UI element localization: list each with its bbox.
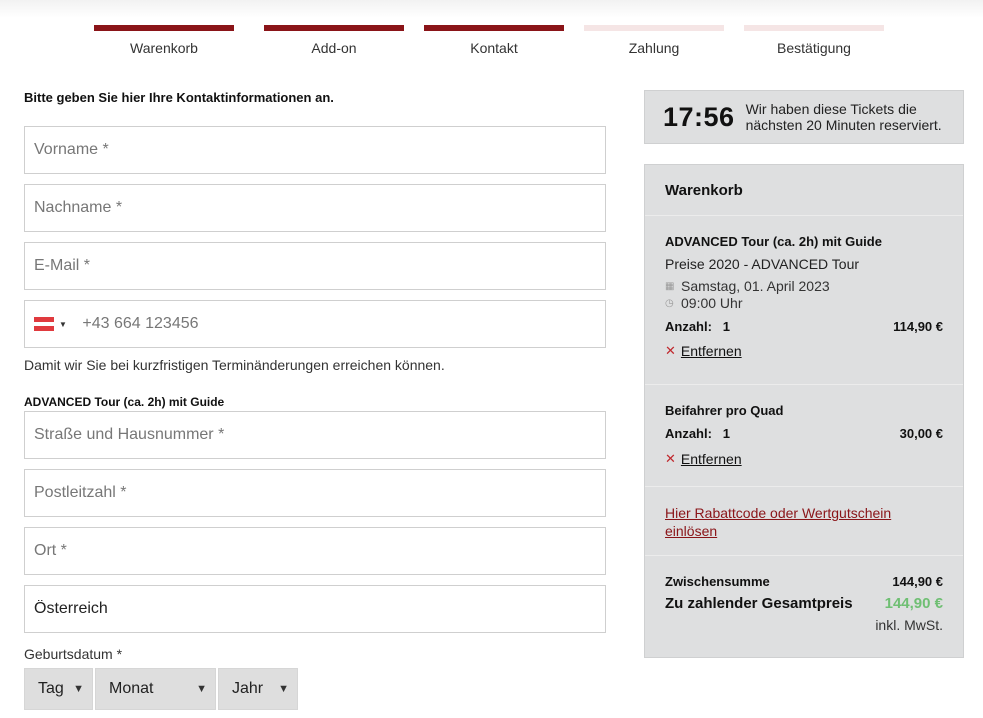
country-input[interactable] — [34, 600, 596, 618]
dob-day-value: Tag — [38, 680, 64, 697]
step-zahlung: Zahlung — [584, 25, 724, 56]
step-bar — [744, 25, 884, 31]
qty-label: Anzahl: — [665, 426, 712, 441]
promo-line: Hier Rabattcode oder Wertgutschein — [665, 505, 892, 521]
cart-totals: Zwischensumme 144,90 € Zu zahlender Gesa… — [645, 556, 963, 633]
first-name-input[interactable] — [34, 141, 596, 159]
cart-item-date: ▦ Samstag, 01. April 2023 — [665, 278, 943, 294]
phone-input[interactable] — [82, 315, 596, 333]
step-label: Add-on — [311, 40, 357, 56]
promo-code-link-container: Hier Rabattcode oder Wertgutschein einlö… — [645, 487, 963, 556]
email-field[interactable] — [24, 242, 606, 290]
step-bar — [94, 25, 234, 31]
cart-item-qty-row: Anzahl: 1 114,90 € — [665, 319, 943, 334]
cart-item: ADVANCED Tour (ca. 2h) mit Guide Preise … — [645, 216, 963, 385]
last-name-input[interactable] — [34, 199, 596, 217]
step-bestaetigung: Bestätigung — [744, 25, 884, 56]
cart-item: Beifahrer pro Quad Anzahl: 1 30,00 € ✕ E… — [645, 385, 963, 487]
dob-day-select[interactable]: Tag ▼ — [24, 668, 93, 710]
austria-flag-icon — [34, 317, 54, 332]
clock-icon: ◷ — [665, 297, 674, 309]
dob-year-value: Jahr — [232, 680, 264, 697]
city-input[interactable] — [34, 542, 596, 560]
caret-down-icon: ▼ — [59, 319, 67, 329]
phone-hint: Damit wir Sie bei kurzfristigen Terminän… — [24, 357, 445, 373]
phone-country-selector[interactable]: ▼ — [34, 317, 72, 332]
step-add-on[interactable]: Add-on — [264, 25, 404, 56]
checkout-steps: Warenkorb Add-on Kontakt Zahlung Bestäti… — [0, 0, 983, 70]
dob-month-value: Monat — [109, 680, 154, 697]
chevron-down-icon: ▼ — [196, 683, 207, 695]
form-intro: Bitte geben Sie hier Ihre Kontaktinforma… — [24, 90, 334, 105]
qty-value: 1 — [722, 426, 731, 441]
subtotal-row: Zwischensumme 144,90 € — [665, 574, 943, 589]
city-field[interactable] — [24, 527, 606, 575]
cart-item-title: ADVANCED Tour (ca. 2h) mit Guide — [665, 234, 882, 249]
qty-label: Anzahl: — [665, 319, 712, 334]
total-row: Zu zahlender Gesamtpreis 144,90 € — [665, 595, 943, 612]
cart-item-price: 114,90 € — [893, 319, 943, 334]
total-label: Zu zahlender Gesamtpreis — [665, 595, 853, 612]
step-kontakt[interactable]: Kontakt — [424, 25, 564, 56]
step-bar — [424, 25, 564, 31]
zip-input[interactable] — [34, 484, 596, 502]
street-field[interactable] — [24, 411, 606, 459]
zip-field[interactable] — [24, 469, 606, 517]
vat-note: inkl. MwSt. — [875, 617, 943, 633]
remove-item-button[interactable]: ✕ Entfernen — [665, 343, 943, 359]
last-name-field[interactable] — [24, 184, 606, 232]
phone-field[interactable]: ▼ — [24, 300, 606, 348]
remove-label[interactable]: Entfernen — [681, 343, 742, 359]
cart-item-price: 30,00 € — [899, 426, 943, 441]
close-icon: ✕ — [665, 343, 676, 358]
chevron-down-icon: ▼ — [73, 683, 84, 695]
step-bar — [584, 25, 724, 31]
promo-line: einlösen — [665, 523, 718, 539]
subtotal-label: Zwischensumme — [665, 574, 770, 589]
calendar-icon: ▦ — [665, 280, 675, 292]
step-label: Kontakt — [470, 40, 518, 56]
cart-item-date-text: Samstag, 01. April 2023 — [681, 278, 830, 294]
reservation-timer: 17:56 Wir haben diese Tickets die nächst… — [644, 90, 964, 144]
timer-message-line: nächsten 20 Minuten reserviert. — [745, 117, 942, 133]
timer-message-line: Wir haben diese Tickets die — [745, 101, 917, 117]
cart-item-title: Beifahrer pro Quad — [665, 403, 784, 418]
country-field[interactable] — [24, 585, 606, 633]
cart-item-time-text: 09:00 Uhr — [681, 295, 743, 311]
chevron-down-icon: ▼ — [278, 683, 289, 695]
remove-label[interactable]: Entfernen — [681, 451, 742, 467]
cart-panel: Warenkorb ADVANCED Tour (ca. 2h) mit Gui… — [644, 164, 964, 658]
cart-title: Warenkorb — [645, 165, 963, 216]
step-warenkorb[interactable]: Warenkorb — [94, 25, 234, 56]
timer-message: Wir haben diese Tickets die nächsten 20 … — [746, 101, 942, 133]
dob-year-select[interactable]: Jahr ▼ — [218, 668, 298, 710]
step-label: Zahlung — [628, 40, 680, 56]
step-label: Bestätigung — [777, 40, 851, 56]
remove-item-button[interactable]: ✕ Entfernen — [665, 451, 943, 467]
subtotal-value: 144,90 € — [892, 574, 943, 589]
step-bar — [264, 25, 404, 31]
cart-item-time: ◷ 09:00 Uhr — [665, 295, 943, 311]
street-input[interactable] — [34, 426, 596, 444]
cart-item-qty: Anzahl: 1 — [665, 319, 730, 334]
total-value: 144,90 € — [884, 595, 943, 612]
cart-item-subtitle: Preise 2020 - ADVANCED Tour — [665, 256, 860, 272]
dob-month-select[interactable]: Monat ▼ — [95, 668, 216, 710]
address-section-title: ADVANCED Tour (ca. 2h) mit Guide — [24, 395, 225, 409]
promo-code-link[interactable]: Hier Rabattcode oder Wertgutschein einlö… — [665, 505, 891, 539]
close-icon: ✕ — [665, 451, 676, 466]
email-input[interactable] — [34, 257, 596, 275]
first-name-field[interactable] — [24, 126, 606, 174]
step-label: Warenkorb — [130, 40, 198, 56]
cart-item-qty-row: Anzahl: 1 30,00 € — [665, 426, 943, 441]
qty-value: 1 — [722, 319, 731, 334]
dob-label: Geburtsdatum * — [24, 646, 123, 662]
timer-countdown: 17:56 — [663, 101, 735, 132]
cart-item-qty: Anzahl: 1 — [665, 426, 730, 441]
